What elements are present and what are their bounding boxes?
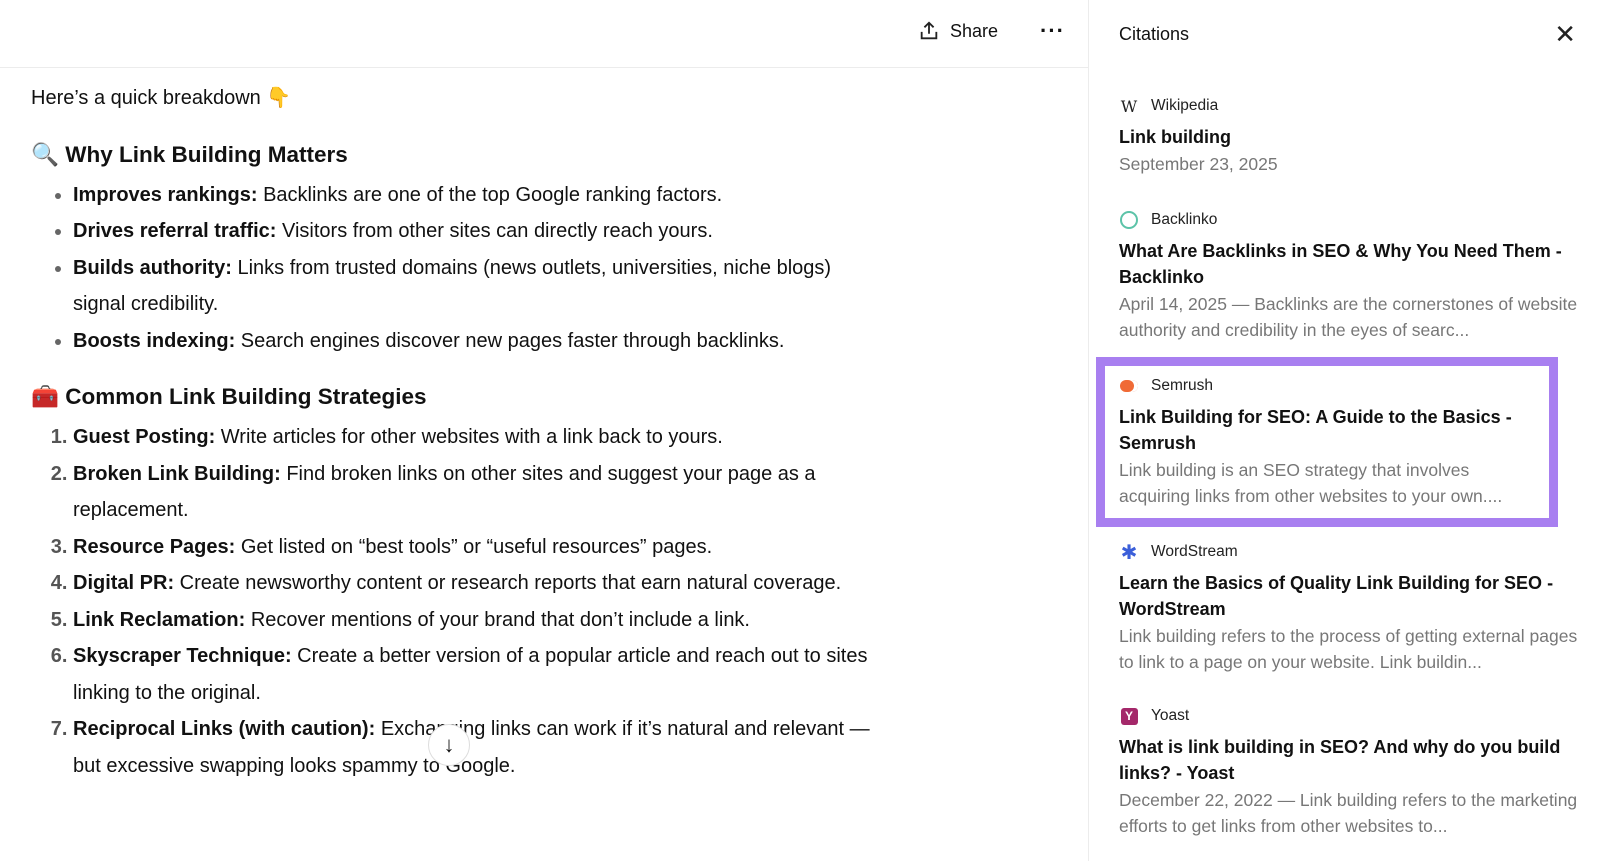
toolbox-emoji-icon: 🧰 [31, 384, 60, 409]
highlight-box [1096, 357, 1558, 527]
citation-source: Wikipedia [1151, 97, 1219, 114]
yoast-icon: Y [1119, 706, 1139, 726]
list-item: Builds authority: Links from trusted dom… [73, 250, 881, 323]
list-item: Boosts indexing: Search engines discover… [73, 323, 881, 360]
share-label: Share [950, 20, 999, 41]
list-item: Digital PR: Create newsworthy content or… [73, 565, 881, 602]
more-options-button[interactable]: ··· [1040, 18, 1065, 44]
list-item: Drives referral traffic: Visitors from o… [73, 213, 881, 250]
citation-item[interactable]: W Wikipedia Link building September 23, 2… [1119, 94, 1579, 178]
citations-header: Citations ✕ [1089, 0, 1600, 68]
citation-item[interactable]: ✱ WordStream Learn the Basics of Quality … [1119, 540, 1579, 675]
list-item: Resource Pages: Get listed on “best tool… [73, 529, 881, 566]
list-item: Improves rankings: Backlinks are one of … [73, 177, 881, 214]
section-title: Common Link Building Strategies [65, 384, 427, 409]
section-title: Why Link Building Matters [65, 141, 348, 167]
section-heading-why: 🔍 Why Link Building Matters [31, 137, 881, 173]
citation-item[interactable]: Y Yoast What is link building in SEO? And… [1119, 704, 1579, 839]
list-item: Link Reclamation: Recover mentions of yo… [73, 602, 881, 639]
citation-title: What is link building in SEO? And why do… [1119, 737, 1561, 783]
share-button[interactable]: Share [918, 20, 998, 42]
citation-snippet: December 22, 2022 — Link building refers… [1119, 790, 1578, 836]
wikipedia-icon: W [1120, 96, 1138, 116]
backlinko-icon [1119, 210, 1139, 230]
citations-title: Citations [1119, 23, 1190, 44]
list-item: Skyscraper Technique: Create a better ve… [73, 638, 881, 711]
intro-text: Here’s a quick breakdown 👇 [31, 87, 292, 109]
citation-source: WordStream [1151, 543, 1238, 560]
chat-main: Share ··· Here’s a quick breakdown 👇 🔍 W… [0, 0, 1088, 861]
citation-source: Backlinko [1151, 211, 1218, 228]
citation-title: Link building [1119, 127, 1231, 147]
top-toolbar: Share ··· [0, 0, 1088, 68]
response-content: Here’s a quick breakdown 👇 🔍 Why Link Bu… [31, 80, 881, 804]
citation-snippet: April 14, 2025 — Backlinks are the corne… [1119, 294, 1578, 340]
share-icon [920, 21, 938, 40]
list-item: Guest Posting: Write articles for other … [73, 419, 881, 456]
citation-title: Learn the Basics of Quality Link Buildin… [1119, 573, 1554, 619]
wordstream-icon: ✱ [1120, 541, 1138, 564]
citation-snippet: Link building refers to the process of g… [1119, 626, 1578, 672]
benefits-list: Improves rankings: Backlinks are one of … [31, 177, 881, 360]
scroll-down-button[interactable]: ↓ [428, 724, 470, 766]
section-heading-strategies: 🧰 Common Link Building Strategies [31, 379, 881, 415]
citation-title: What Are Backlinks in SEO & Why You Need… [1119, 241, 1562, 287]
list-item: Broken Link Building: Find broken links … [73, 456, 881, 529]
arrow-down-icon: ↓ [443, 732, 455, 757]
citation-snippet: September 23, 2025 [1119, 154, 1278, 174]
list-item: Reciprocal Links (with caution): Exchang… [73, 711, 881, 784]
magnifier-emoji-icon: 🔍 [31, 141, 60, 167]
citation-item[interactable]: Backlinko What Are Backlinks in SEO & Wh… [1119, 208, 1579, 343]
citation-source: Yoast [1151, 707, 1190, 724]
close-icon[interactable]: ✕ [1554, 19, 1576, 50]
